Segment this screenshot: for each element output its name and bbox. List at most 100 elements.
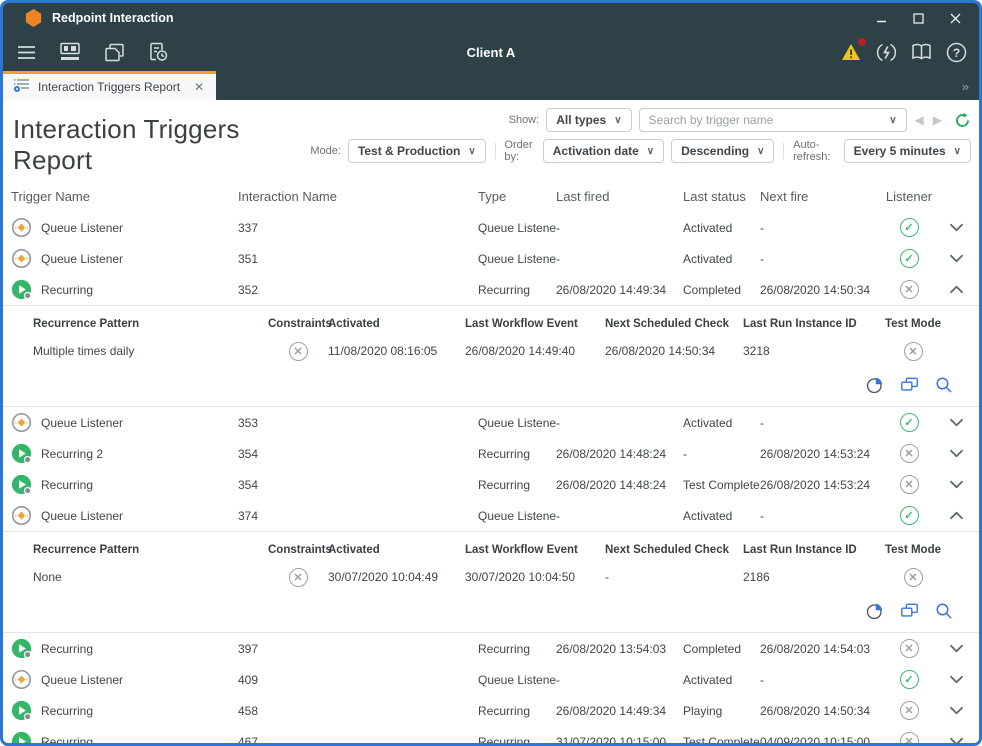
listener-status: ✕ (883, 475, 935, 494)
col-header-trigger-name[interactable]: Trigger Name (11, 189, 238, 204)
order-by-dropdown[interactable]: Activation date∨ (543, 139, 664, 163)
expand-row-button[interactable] (935, 664, 977, 695)
table-row[interactable]: Recurring352Recurring26/08/2020 14:49:34… (3, 274, 979, 305)
table-row[interactable]: Recurring397Recurring26/08/2020 13:54:03… (3, 633, 979, 664)
auto-refresh-label: Auto-refresh: (793, 139, 836, 163)
show-type-dropdown[interactable]: All types∨ (546, 108, 631, 132)
alerts-warning-icon[interactable] (840, 41, 862, 63)
col-header-type[interactable]: Type (478, 189, 556, 204)
pages-icon[interactable] (103, 41, 125, 63)
listener-inactive-icon: ✕ (289, 568, 308, 587)
recurring-trigger-icon (11, 700, 32, 721)
maximize-button[interactable] (913, 13, 924, 24)
expand-row-button[interactable] (935, 695, 977, 726)
listener-inactive-icon: ✕ (904, 342, 923, 361)
detail-col-header: Next Scheduled Check (605, 544, 743, 556)
interaction-name: 409 (238, 673, 478, 687)
prev-page-icon[interactable]: ◀ (914, 113, 925, 127)
trigger-type: Recurring (478, 735, 556, 744)
listener-status: ✕ (883, 701, 935, 720)
trigger-name: Recurring (41, 735, 93, 744)
interaction-name: 352 (238, 283, 478, 297)
close-button[interactable] (950, 13, 961, 24)
detail-header-row: Recurrence PatternConstraintsActivatedLa… (3, 538, 979, 562)
svg-text:?: ? (952, 46, 959, 60)
trigger-name: Recurring (41, 642, 93, 656)
table-row[interactable]: Recurring458Recurring26/08/2020 14:49:34… (3, 695, 979, 726)
trigger-name: Recurring (41, 704, 93, 718)
chevron-down-icon[interactable]: ∨ (889, 115, 896, 126)
chevron-down-icon (948, 674, 965, 685)
table-row[interactable]: Queue Listener374Queue Listener-Activate… (3, 500, 979, 531)
view-statistics-button[interactable] (866, 376, 884, 394)
inspect-trigger-button[interactable] (935, 376, 953, 394)
next-fire: 26/08/2020 14:53:24 (760, 478, 883, 492)
copy-trigger-button[interactable] (900, 376, 919, 394)
last-status: Test Completed (683, 478, 760, 492)
table-row[interactable]: Recurring467Recurring31/07/2020 10:15:00… (3, 726, 979, 743)
help-icon[interactable]: ? (945, 41, 967, 63)
queue-listener-icon (11, 669, 32, 690)
collapse-row-button[interactable] (935, 274, 977, 305)
listener-inactive-icon: ✕ (900, 732, 919, 743)
search-input[interactable] (649, 113, 890, 127)
listener-inactive-icon: ✕ (900, 444, 919, 463)
interaction-name: 353 (238, 416, 478, 430)
listener-active-icon: ✓ (900, 218, 919, 237)
detail-header-row: Recurrence PatternConstraintsActivatedLa… (3, 312, 979, 336)
table-row[interactable]: Queue Listener351Queue Listener-Activate… (3, 243, 979, 274)
interaction-name: 397 (238, 642, 478, 656)
last-fired: - (556, 509, 683, 523)
expand-row-button[interactable] (935, 438, 977, 469)
last-workflow-event: 26/08/2020 14:49:40 (465, 344, 605, 358)
auto-refresh-dropdown[interactable]: Every 5 minutes∨ (844, 139, 971, 163)
recurring-trigger-icon (11, 474, 32, 495)
constraints-status: ✕ (268, 342, 328, 361)
tab-interaction-triggers-report[interactable]: Interaction Triggers Report ✕ (3, 71, 216, 100)
copy-trigger-button[interactable] (900, 602, 919, 620)
divider (783, 143, 784, 159)
table-row[interactable]: Queue Listener353Queue Listener-Activate… (3, 407, 979, 438)
table-row[interactable]: Queue Listener337Queue Listener-Activate… (3, 212, 979, 243)
expand-row-button[interactable] (935, 212, 977, 243)
detail-actions (3, 366, 979, 402)
interaction-name: 354 (238, 478, 478, 492)
constraints-status: ✕ (268, 568, 328, 587)
sort-direction-dropdown[interactable]: Descending∨ (671, 139, 774, 163)
view-statistics-button[interactable] (866, 602, 884, 620)
collapse-row-button[interactable] (935, 500, 977, 531)
col-header-last-fired[interactable]: Last fired (556, 189, 683, 204)
col-header-listener[interactable]: Listener (883, 189, 935, 204)
workflow-panels-icon[interactable] (59, 41, 81, 63)
refresh-icon[interactable] (954, 112, 971, 129)
alert-badge (858, 38, 866, 46)
expand-row-button[interactable] (935, 726, 977, 743)
integrations-icon[interactable] (875, 41, 897, 63)
expand-row-button[interactable] (935, 407, 977, 438)
table-row[interactable]: Recurring 2354Recurring26/08/2020 14:48:… (3, 438, 979, 469)
documentation-book-icon[interactable] (910, 41, 932, 63)
col-header-next-fire[interactable]: Next fire (760, 189, 883, 204)
trigger-type: Recurring (478, 642, 556, 656)
expand-row-button[interactable] (935, 243, 977, 274)
minimize-button[interactable] (876, 13, 887, 24)
mode-dropdown[interactable]: Test & Production∨ (348, 139, 486, 163)
trigger-name: Queue Listener (41, 673, 123, 687)
next-page-icon[interactable]: ▶ (932, 113, 943, 127)
expand-row-button[interactable] (935, 469, 977, 500)
col-header-last-status[interactable]: Last status (683, 189, 760, 204)
trigger-search-combo[interactable]: ∨ (639, 108, 907, 132)
inspect-trigger-button[interactable] (935, 602, 953, 620)
show-label: Show: (509, 114, 540, 126)
table-row[interactable]: Recurring354Recurring26/08/2020 14:48:24… (3, 469, 979, 500)
col-header-interaction-name[interactable]: Interaction Name (238, 189, 478, 204)
detail-col-header: Recurrence Pattern (33, 318, 268, 330)
tab-overflow-icon[interactable]: » (962, 79, 979, 100)
menu-icon[interactable] (15, 41, 37, 63)
tab-close-icon[interactable]: ✕ (194, 80, 204, 94)
table-row[interactable]: Queue Listener409Queue Listener-Activate… (3, 664, 979, 695)
report-schedule-icon[interactable] (147, 41, 169, 63)
expand-row-button[interactable] (935, 633, 977, 664)
recurring-trigger-icon (11, 279, 32, 300)
trigger-type: Recurring (478, 447, 556, 461)
